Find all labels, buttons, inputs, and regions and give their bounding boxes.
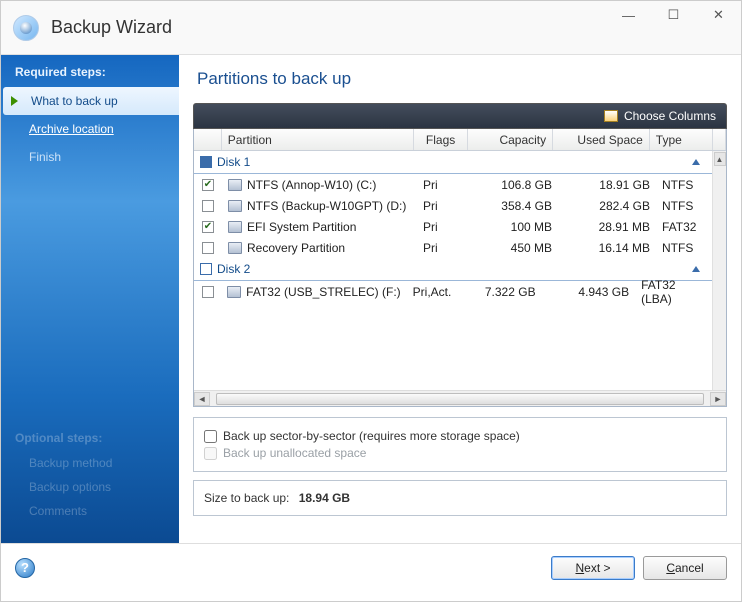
disk-icon xyxy=(228,242,242,254)
partition-flags: Pri xyxy=(417,178,472,192)
partition-type: FAT32 (LBA) xyxy=(635,278,712,306)
partition-name: NTFS (Backup-W10GPT) (D:) xyxy=(247,199,406,213)
disk-name: Disk 2 xyxy=(217,262,250,276)
optional-steps-title: Optional steps: xyxy=(1,425,179,451)
cancel-button[interactable]: Cancel xyxy=(643,556,727,580)
col-header-capacity[interactable]: Capacity xyxy=(468,129,553,150)
partition-name: Recovery Partition xyxy=(247,241,345,255)
partition-checkbox[interactable]: ✔ xyxy=(202,221,214,233)
minimize-button[interactable]: — xyxy=(606,1,651,29)
required-steps-title: Required steps: xyxy=(1,55,179,87)
size-summary: Size to back up: 18.94 GB xyxy=(193,480,727,516)
titlebar: Backup Wizard — ☐ ✕ xyxy=(1,1,741,55)
disk-icon xyxy=(228,221,242,233)
disk-group[interactable]: Disk 1 xyxy=(194,151,712,174)
step-finish[interactable]: Finish xyxy=(1,143,179,171)
optional-backup-method[interactable]: Backup method xyxy=(1,451,179,475)
collapse-icon[interactable] xyxy=(692,159,700,165)
partition-checkbox[interactable] xyxy=(202,242,214,254)
partition-type: NTFS xyxy=(656,241,699,255)
col-header-partition[interactable]: Partition xyxy=(222,129,414,150)
disk-name: Disk 1 xyxy=(217,155,250,169)
page-title: Partitions to back up xyxy=(197,69,727,89)
partition-name: NTFS (Annop-W10) (C:) xyxy=(247,178,376,192)
partition-row[interactable]: FAT32 (USB_STRELEC) (F:) Pri,Act.7.322 GB… xyxy=(194,281,712,302)
partition-type: FAT32 xyxy=(656,220,702,234)
disk-icon xyxy=(228,179,242,191)
partition-used: 4.943 GB xyxy=(542,285,636,299)
col-header-type[interactable]: Type xyxy=(650,129,713,150)
backup-options-box: Back up sector-by-sector (requires more … xyxy=(193,417,727,472)
maximize-button[interactable]: ☐ xyxy=(651,1,696,29)
unallocated-checkbox xyxy=(204,447,217,460)
window-controls: — ☐ ✕ xyxy=(606,1,741,29)
col-header-used[interactable]: Used Space xyxy=(553,129,650,150)
sector-label: Back up sector-by-sector (requires more … xyxy=(223,429,520,443)
app-icon xyxy=(13,15,39,41)
partition-grid: Partition Flags Capacity Used Space Type… xyxy=(193,129,727,407)
partition-checkbox[interactable] xyxy=(202,286,214,298)
partition-used: 16.14 MB xyxy=(558,241,656,255)
vertical-scrollbar[interactable]: ▲ xyxy=(712,151,726,390)
partition-capacity: 106.8 GB xyxy=(472,178,558,192)
partition-type: NTFS xyxy=(656,178,699,192)
sidebar: Required steps: What to back up Archive … xyxy=(1,55,179,543)
partition-flags: Pri,Act. xyxy=(407,285,460,299)
horizontal-scrollbar[interactable]: ◄ ► xyxy=(194,390,726,406)
footer: ? Next > Cancel xyxy=(1,543,741,591)
scroll-left-icon[interactable]: ◄ xyxy=(194,392,210,406)
unallocated-label: Back up unallocated space xyxy=(223,446,366,460)
partition-row[interactable]: ✔ NTFS (Annop-W10) (C:) Pri106.8 GB18.91 G… xyxy=(194,174,712,195)
grid-body: Disk 1✔NTFS (Annop-W10) (C:)Pri106.8 GB1… xyxy=(194,151,712,390)
optional-comments[interactable]: Comments xyxy=(1,499,179,523)
scroll-right-icon[interactable]: ► xyxy=(710,392,726,406)
size-label: Size to back up: xyxy=(204,491,289,505)
unallocated-option: Back up unallocated space xyxy=(204,446,716,460)
col-header-checkbox[interactable] xyxy=(194,129,222,150)
disk-icon xyxy=(228,200,242,212)
col-header-flags[interactable]: Flags xyxy=(414,129,468,150)
toolbar: Choose Columns xyxy=(193,103,727,129)
grid-header: Partition Flags Capacity Used Space Type xyxy=(194,129,726,151)
step-archive-location[interactable]: Archive location xyxy=(1,115,179,143)
close-button[interactable]: ✕ xyxy=(696,1,741,29)
choose-columns-button[interactable]: Choose Columns xyxy=(624,109,716,123)
partition-checkbox[interactable] xyxy=(202,200,214,212)
sector-checkbox[interactable] xyxy=(204,430,217,443)
scroll-thumb[interactable] xyxy=(216,393,704,405)
scroll-up-icon[interactable]: ▲ xyxy=(714,152,726,166)
partition-row[interactable]: ✔ EFI System Partition Pri100 MB28.91 MBFA… xyxy=(194,216,712,237)
disk-icon xyxy=(227,286,241,298)
partition-capacity: 100 MB xyxy=(472,220,558,234)
partition-flags: Pri xyxy=(417,199,472,213)
partition-used: 18.91 GB xyxy=(558,178,656,192)
partition-type: NTFS xyxy=(656,199,699,213)
partition-row[interactable]: NTFS (Backup-W10GPT) (D:) Pri358.4 GB282.… xyxy=(194,195,712,216)
sector-by-sector-option[interactable]: Back up sector-by-sector (requires more … xyxy=(204,429,716,443)
step-what-to-back-up[interactable]: What to back up xyxy=(3,87,179,115)
main-panel: Partitions to back up Choose Columns Par… xyxy=(179,55,741,543)
partition-used: 282.4 GB xyxy=(558,199,656,213)
partition-used: 28.91 MB xyxy=(558,220,656,234)
collapse-icon[interactable] xyxy=(692,266,700,272)
partition-capacity: 450 MB xyxy=(472,241,558,255)
help-icon[interactable]: ? xyxy=(15,558,35,578)
partition-capacity: 358.4 GB xyxy=(472,199,558,213)
columns-icon xyxy=(604,110,618,122)
partition-capacity: 7.322 GB xyxy=(459,285,541,299)
partition-flags: Pri xyxy=(417,241,472,255)
next-button[interactable]: Next > xyxy=(551,556,635,580)
partition-row[interactable]: Recovery Partition Pri450 MB16.14 MBNTFS xyxy=(194,237,712,258)
optional-steps: Optional steps: Backup method Backup opt… xyxy=(1,425,179,523)
optional-backup-options[interactable]: Backup options xyxy=(1,475,179,499)
partition-flags: Pri xyxy=(417,220,472,234)
size-value: 18.94 GB xyxy=(299,491,350,505)
partition-checkbox[interactable]: ✔ xyxy=(202,179,214,191)
partition-name: FAT32 (USB_STRELEC) (F:) xyxy=(246,285,400,299)
disk-checkbox[interactable] xyxy=(200,263,212,275)
window-title: Backup Wizard xyxy=(51,17,172,38)
disk-checkbox[interactable] xyxy=(200,156,212,168)
partition-name: EFI System Partition xyxy=(247,220,356,234)
